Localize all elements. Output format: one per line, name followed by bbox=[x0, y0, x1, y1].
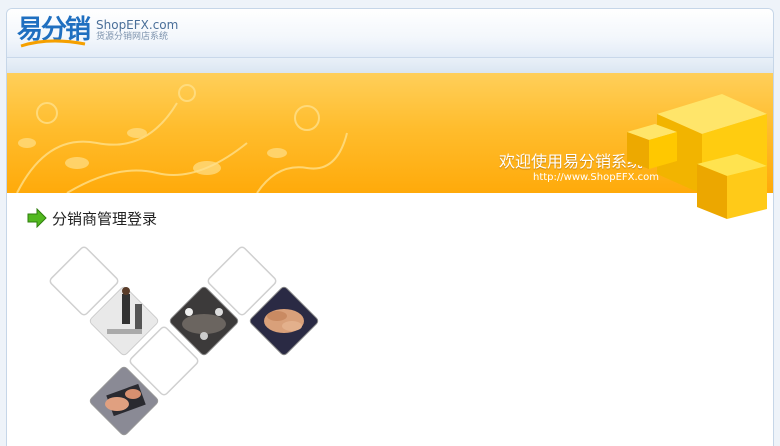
page-frame: 易分销 ShopEFX.com 货源分销网店系统 欢迎使用易分销系统 http:… bbox=[6, 8, 774, 446]
cubes-icon bbox=[627, 94, 767, 219]
logo-tagline: 货源分销网店系统 bbox=[96, 32, 169, 42]
top-header: 易分销 ShopEFX.com 货源分销网店系统 bbox=[7, 9, 773, 58]
photo-tiles bbox=[49, 246, 319, 436]
login-title-text: 分销商管理登录 bbox=[52, 210, 158, 228]
header-strip bbox=[7, 58, 773, 73]
green-arrow-right-icon bbox=[27, 208, 47, 228]
floral-pattern-icon bbox=[16, 84, 348, 193]
logo-swoosh-icon bbox=[20, 39, 86, 48]
logo-domain: ShopEFX.com bbox=[96, 18, 179, 32]
welcome-heading: 欢迎使用易分销系统 bbox=[499, 152, 644, 171]
